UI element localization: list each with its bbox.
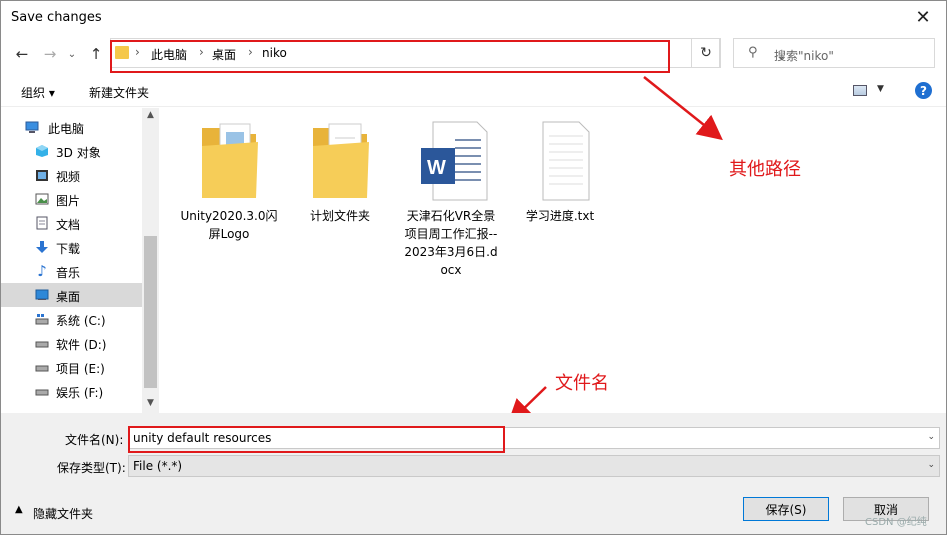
filetype-value: File (*.*) bbox=[133, 459, 183, 473]
chevron-up-icon[interactable]: ▲ bbox=[15, 504, 23, 515]
watermark: CSDN @纪纯 bbox=[865, 517, 927, 528]
save-button[interactable]: 保存(S) bbox=[743, 497, 829, 521]
filetype-select[interactable]: File (*.*) ⌄ bbox=[128, 455, 940, 477]
save-dialog: Save changes ✕ ← → ⌄ ↑ › 此电脑 › 桌面 › niko… bbox=[0, 0, 947, 535]
save-panel: 文件名(N): unity default resources ⌄ 保存类型(T… bbox=[1, 413, 946, 534]
chevron-down-icon[interactable]: ⌄ bbox=[927, 460, 935, 470]
annotation-box-filename bbox=[128, 426, 505, 453]
chevron-down-icon[interactable]: ⌄ bbox=[927, 432, 935, 442]
filetype-label: 保存类型(T): bbox=[57, 461, 126, 475]
filename-label: 文件名(N): bbox=[65, 433, 124, 447]
annotation-file-name: 文件名 bbox=[555, 373, 609, 394]
hide-folders-toggle[interactable]: 隐藏文件夹 bbox=[33, 505, 93, 522]
annotation-other-path: 其他路径 bbox=[729, 159, 801, 180]
arrow-to-address-bar bbox=[643, 76, 723, 141]
